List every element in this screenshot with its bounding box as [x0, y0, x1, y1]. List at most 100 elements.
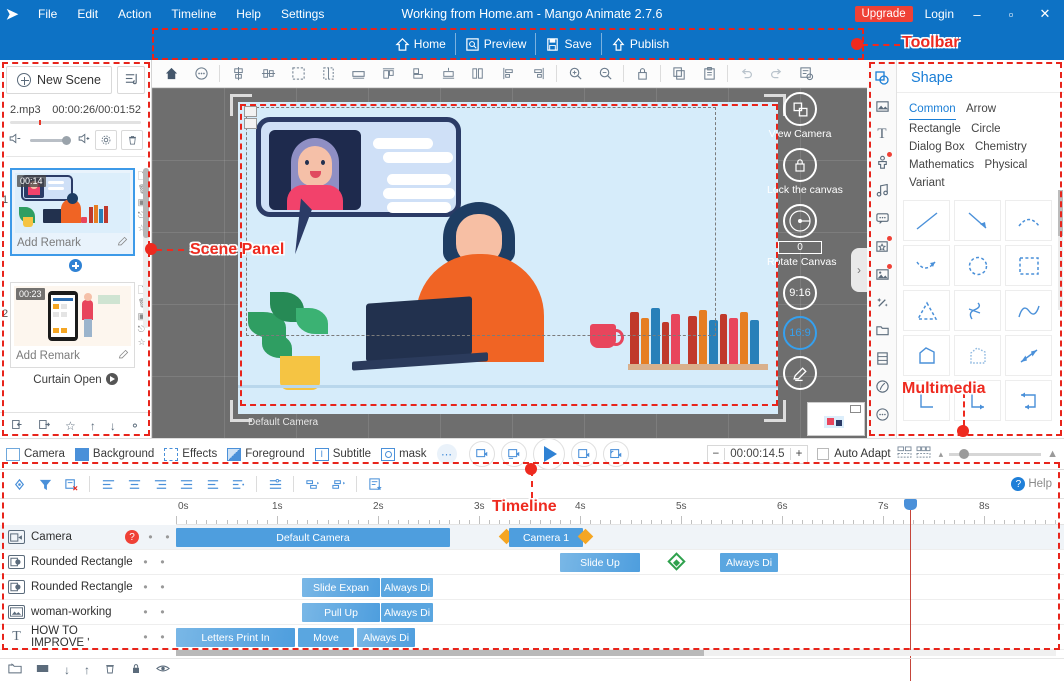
layer-foreground[interactable]: Foreground [227, 447, 305, 461]
scene-transition[interactable]: Curtain Open [0, 368, 151, 388]
play-transition-icon[interactable] [105, 373, 118, 385]
scene-list-button[interactable] [117, 66, 145, 94]
edit-remark-icon[interactable] [117, 236, 128, 250]
filter-icon[interactable] [867, 372, 897, 400]
visibility-icon[interactable] [156, 663, 170, 677]
text-icon[interactable]: T [867, 120, 897, 148]
preview-button[interactable]: Preview [456, 33, 537, 55]
zoom-in-icon[interactable] [560, 62, 590, 86]
volume-down-icon[interactable] [8, 132, 22, 148]
time-plus-button[interactable]: + [791, 448, 808, 460]
distribute-horizontal-icon[interactable] [253, 62, 283, 86]
list-icon[interactable] [225, 473, 251, 495]
selection-handle-bl[interactable] [244, 118, 257, 129]
view-camera-button[interactable] [783, 92, 817, 126]
time-value[interactable]: 00:00:14.5 [724, 448, 791, 460]
redo-icon[interactable] [761, 62, 791, 86]
new-scene-button[interactable]: New Scene [6, 66, 112, 94]
minimize-button[interactable]: – [966, 7, 988, 22]
align-right-icon[interactable] [147, 473, 173, 495]
close-button[interactable]: ✕ [1034, 6, 1056, 22]
lock-icon[interactable] [130, 662, 142, 678]
menu-action[interactable]: Action [108, 0, 161, 28]
clear-filter-icon[interactable] [58, 473, 84, 495]
clip-always-display[interactable]: Always Di [720, 553, 778, 572]
timeline-ruler[interactable]: 0s 1s 2s 3s 4s 5s 6s 7s 8s [176, 499, 1064, 525]
clip-default-camera[interactable]: Default Camera [176, 528, 450, 547]
ratio-landscape-button[interactable]: 16:9 [783, 316, 817, 350]
table-row[interactable]: woman-working • • Pull Up Always Di [0, 600, 1064, 625]
align-center-icon[interactable] [121, 473, 147, 495]
picture-icon[interactable] [867, 260, 897, 288]
clip-always-display[interactable]: Always Di [381, 603, 433, 622]
selection-box[interactable] [246, 107, 716, 336]
shape-icon[interactable] [867, 64, 897, 92]
audio-delete-button[interactable] [121, 130, 143, 150]
menu-help[interactable]: Help [226, 0, 271, 28]
track-toggle-visible[interactable]: • [140, 630, 151, 644]
collapse-left-icon[interactable] [299, 473, 325, 495]
track-toggle-lock[interactable]: • [157, 630, 168, 644]
shape-rect-dashed[interactable] [1005, 245, 1052, 286]
clip-always-display[interactable]: Always Di [357, 628, 415, 647]
canvas-area[interactable]: Default Camera View Camera Lock the canv… [152, 88, 867, 438]
shape-polygon[interactable] [903, 335, 950, 376]
move-down-icon[interactable]: ↓ [110, 419, 116, 433]
timeline-horizontal-scrollbar[interactable] [176, 650, 1056, 656]
play-from-button[interactable] [570, 441, 597, 467]
align-vertical-icon[interactable] [223, 62, 253, 86]
group-icon[interactable] [343, 62, 373, 86]
distribute-vertical-icon[interactable] [463, 62, 493, 86]
time-minus-button[interactable]: − [708, 448, 725, 460]
pencil-edit-icon[interactable] [783, 356, 817, 390]
login-button[interactable]: Login [925, 7, 954, 21]
maximize-button[interactable]: ▫ [1000, 7, 1022, 22]
menu-settings[interactable]: Settings [271, 0, 334, 28]
menu-edit[interactable]: Edit [67, 0, 108, 28]
align-bottom-icon[interactable] [433, 62, 463, 86]
edit-remark-icon[interactable] [118, 349, 129, 363]
distribute-icon[interactable] [199, 473, 225, 495]
shape-curve-arrow[interactable] [903, 245, 950, 286]
align-justify-icon[interactable] [173, 473, 199, 495]
keyframe-icon[interactable] [6, 473, 32, 495]
shape-arrow-diagonal[interactable] [954, 200, 1001, 241]
timeline-playhead[interactable] [904, 499, 917, 510]
rotate-canvas-button[interactable] [783, 204, 817, 238]
copy-icon[interactable] [664, 62, 694, 86]
music-icon[interactable] [867, 176, 897, 204]
track-clips[interactable]: Slide Up Always Di [176, 550, 1064, 574]
help-button[interactable]: ? Help [1011, 477, 1058, 491]
shape-line[interactable] [903, 200, 950, 241]
shape-triangle-dashed[interactable] [903, 290, 950, 331]
layer-more-button[interactable]: ⋯ [436, 444, 457, 464]
canvas-stage[interactable] [230, 94, 786, 422]
expand-icon[interactable] [262, 473, 288, 495]
undo-icon[interactable] [731, 62, 761, 86]
lock-canvas-button[interactable] [783, 148, 817, 182]
mini-preview-thumbnail[interactable] [807, 402, 865, 436]
layer-camera[interactable]: Camera [6, 447, 65, 461]
move-up-icon[interactable]: ↑ [84, 663, 90, 677]
shape-tab-chemistry[interactable]: Chemistry [975, 139, 1027, 156]
image-icon[interactable] [867, 92, 897, 120]
collapse-right-icon[interactable] [325, 473, 351, 495]
track-clips[interactable]: Slide Expan Always Di [176, 575, 1064, 599]
layer-subtitle[interactable]: I Subtitle [314, 447, 371, 461]
select-all-icon[interactable] [283, 62, 313, 86]
rotate-value[interactable]: 0 [778, 241, 822, 254]
track-clips[interactable]: Letters Print In Move Always Di [176, 625, 1064, 649]
shape-tab-mathematics[interactable]: Mathematics [909, 157, 974, 174]
shape-double-arrow[interactable] [1005, 335, 1052, 376]
play-fullscreen-button[interactable] [602, 441, 629, 467]
shape-wave-curve[interactable] [1005, 290, 1052, 331]
clip-slide-up[interactable]: Slide Up [560, 553, 640, 572]
shape-polygon-dotted[interactable] [954, 335, 1001, 376]
zoom-out-icon[interactable] [590, 62, 620, 86]
layer-background[interactable]: Background [74, 447, 154, 461]
clip-always-display[interactable]: Always Di [381, 578, 433, 597]
track-toggle-lock[interactable]: • [157, 555, 168, 569]
shape-tab-common[interactable]: Common [909, 101, 956, 120]
move-down-icon[interactable]: ↓ [64, 663, 70, 677]
scene-card-2[interactable]: 2 00:23 Add Remark 🗋 ▣ ⎋ ☆ [2, 282, 149, 368]
